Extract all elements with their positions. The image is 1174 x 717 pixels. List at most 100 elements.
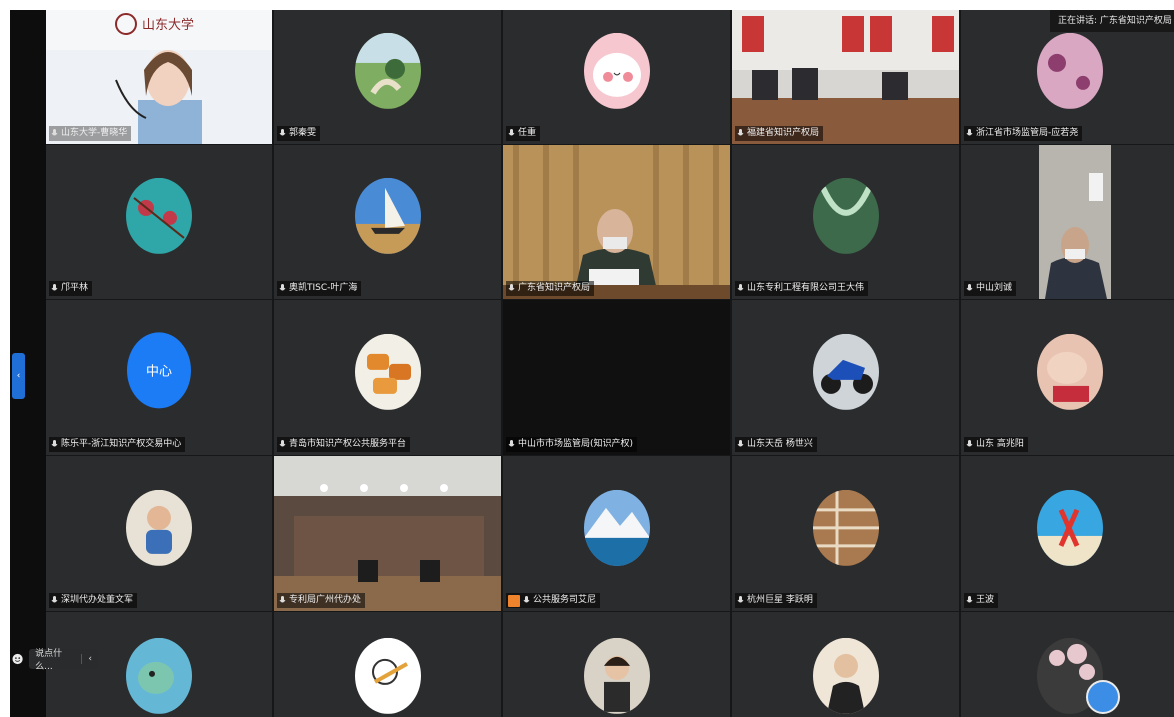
participant-tile[interactable]: 郭秦雯 (274, 10, 501, 144)
video-office-image: 山东大学 (46, 10, 272, 144)
cartoon-monster-icon (126, 637, 192, 714)
participant-name-tag: 公共服务司艾尼 (506, 593, 601, 608)
participant-name-tag: 奥凯TISC-叶广海 (277, 281, 362, 296)
mic-icon (737, 440, 744, 447)
participant-name: 郭秦雯 (289, 128, 317, 138)
cartoon-flute-icon (354, 637, 421, 714)
participant-tile[interactable] (503, 612, 730, 717)
participant-tile[interactable] (274, 612, 501, 717)
mic-icon (737, 284, 744, 291)
participant-tile[interactable]: 王波 (961, 456, 1174, 611)
participant-name: 山东专利工程有限公司王大伟 (747, 283, 865, 293)
participant-tile[interactable]: 专利局广州代办处 (274, 456, 501, 611)
orange-badge-icon (508, 594, 520, 607)
participant-name-tag: 杭州巨星 李跃明 (735, 593, 817, 608)
participant-name: 中山市市场监管局(知识产权) (518, 439, 634, 449)
participant-name: 中山刘诚 (976, 283, 1013, 293)
hand-gift-icon (1036, 333, 1103, 410)
participant-name: 专利局广州代办处 (289, 595, 362, 605)
sailboat-icon (354, 177, 421, 254)
participant-name-tag: 山东专利工程有限公司王大伟 (735, 281, 869, 296)
baby-photo-icon (126, 489, 192, 566)
pastry-icon (354, 333, 421, 410)
participant-grid: 山东大学 山东大学-曹晓华 郭秦雯 任重 福建省知识产权局 正在讲话: 广东省知… (46, 10, 1174, 717)
mountain-lake-icon (583, 489, 650, 566)
participant-name-tag: 郭秦雯 (277, 126, 321, 141)
floating-avatar-bubble[interactable] (1086, 680, 1120, 714)
mic-icon (966, 596, 973, 603)
participant-tile[interactable]: 青岛市知识产权公共服务平台 (274, 300, 501, 455)
mic-icon (279, 129, 286, 136)
participant-tile[interactable]: 深圳代办处董文军 (46, 456, 272, 611)
participant-tile[interactable]: 山东 高兆阳 (961, 300, 1174, 455)
participant-name: 山东大学-曹晓华 (61, 128, 128, 138)
participant-name: 广东省知识产权局 (518, 283, 591, 293)
pink-fabric-icon (1036, 32, 1103, 109)
video-room-wide-image (274, 456, 501, 611)
smiley-icon[interactable] (12, 653, 23, 665)
participant-name-tag: 山东 高兆阳 (964, 437, 1028, 452)
participant-tile[interactable]: 山东专利工程有限公司王大伟 (732, 145, 959, 299)
mic-icon (508, 440, 515, 447)
participant-tile[interactable]: 任重 (503, 10, 730, 144)
participant-name: 山东天岳 杨世兴 (747, 439, 813, 449)
mic-icon (279, 596, 286, 603)
participant-tile[interactable]: 奥凯TISC-叶广海 (274, 145, 501, 299)
mic-icon (966, 440, 973, 447)
chat-input-area: 说点什么... ‹ (10, 648, 98, 672)
beach-flag-icon (1036, 489, 1103, 566)
participant-name: 任重 (518, 128, 537, 138)
pink-rabbit-icon (583, 32, 650, 109)
mic-icon (279, 440, 286, 447)
chat-collapse-button[interactable]: ‹ (81, 654, 92, 664)
text-avatar: 中心 (127, 331, 191, 408)
mic-icon (737, 129, 744, 136)
participant-name: 山东 高兆阳 (976, 439, 1024, 449)
participant-tile[interactable]: 山东天岳 杨世兴 (732, 300, 959, 455)
participant-name: 王波 (976, 595, 995, 605)
participant-name-tag: 中山市市场监管局(知识产权) (506, 437, 638, 452)
sidebar-toggle-button[interactable]: ‹ (12, 353, 25, 399)
participant-tile[interactable]: 中心 陈乐平-浙江知识产权交易中心 (46, 300, 272, 455)
participant-name: 杭州巨星 李跃明 (747, 595, 813, 605)
mic-icon (51, 596, 58, 603)
video-person-image (961, 145, 1174, 299)
participant-tile[interactable]: 中山市市场监管局(知识产权) (503, 300, 730, 455)
participant-tile[interactable] (732, 612, 959, 717)
mic-icon (51, 284, 58, 291)
participant-tile[interactable]: 福建省知识产权局 (732, 10, 959, 144)
mic-icon (966, 129, 973, 136)
participant-tile[interactable]: 邝平林 (46, 145, 272, 299)
chat-input[interactable]: 说点什么... ‹ (29, 649, 98, 672)
mic-icon (51, 129, 58, 136)
participant-name: 浙江省市场监管局-应若尧 (976, 128, 1079, 138)
university-logo-text: 山东大学 (142, 17, 194, 33)
participant-name: 陈乐平-浙江知识产权交易中心 (61, 439, 182, 449)
participant-name: 邝平林 (61, 283, 89, 293)
participant-tile[interactable]: 中山刘诚 (961, 145, 1174, 299)
participant-name-tag: 王波 (964, 593, 999, 608)
mic-icon (51, 440, 58, 447)
participant-name-tag: 浙江省市场监管局-应若尧 (964, 126, 1083, 141)
mic-icon (523, 596, 530, 603)
mic-icon (966, 284, 973, 291)
participant-name-tag: 陈乐平-浙江知识产权交易中心 (49, 437, 186, 452)
participant-name-tag: 中山刘诚 (964, 281, 1017, 296)
participant-tile[interactable] (961, 612, 1174, 717)
participant-tile[interactable]: 公共服务司艾尼 (503, 456, 730, 611)
participant-name-tag: 青岛市知识产权公共服务平台 (277, 437, 411, 452)
left-toolbar: ‹ (10, 10, 46, 717)
motorcycle-icon (812, 333, 879, 410)
participant-name: 公共服务司艾尼 (533, 595, 597, 605)
participant-name-tag: 广东省知识产权局 (506, 281, 595, 296)
chat-placeholder: 说点什么... (35, 649, 63, 672)
participant-tile-active[interactable]: 广东省知识产权局 (503, 145, 730, 299)
video-meeting-room-image (732, 10, 959, 144)
participant-name: 青岛市知识产权公共服务平台 (289, 439, 407, 449)
participant-tile[interactable]: 杭州巨星 李跃明 (732, 456, 959, 611)
park-photo-icon (354, 32, 421, 109)
mic-icon (508, 129, 515, 136)
participant-tile[interactable]: 正在讲话: 广东省知识产权局 浙江省市场监管局-应若尧 (961, 10, 1174, 144)
participant-tile[interactable]: 山东大学 山东大学-曹晓华 (46, 10, 272, 144)
participant-name-tag: 山东天岳 杨世兴 (735, 437, 817, 452)
